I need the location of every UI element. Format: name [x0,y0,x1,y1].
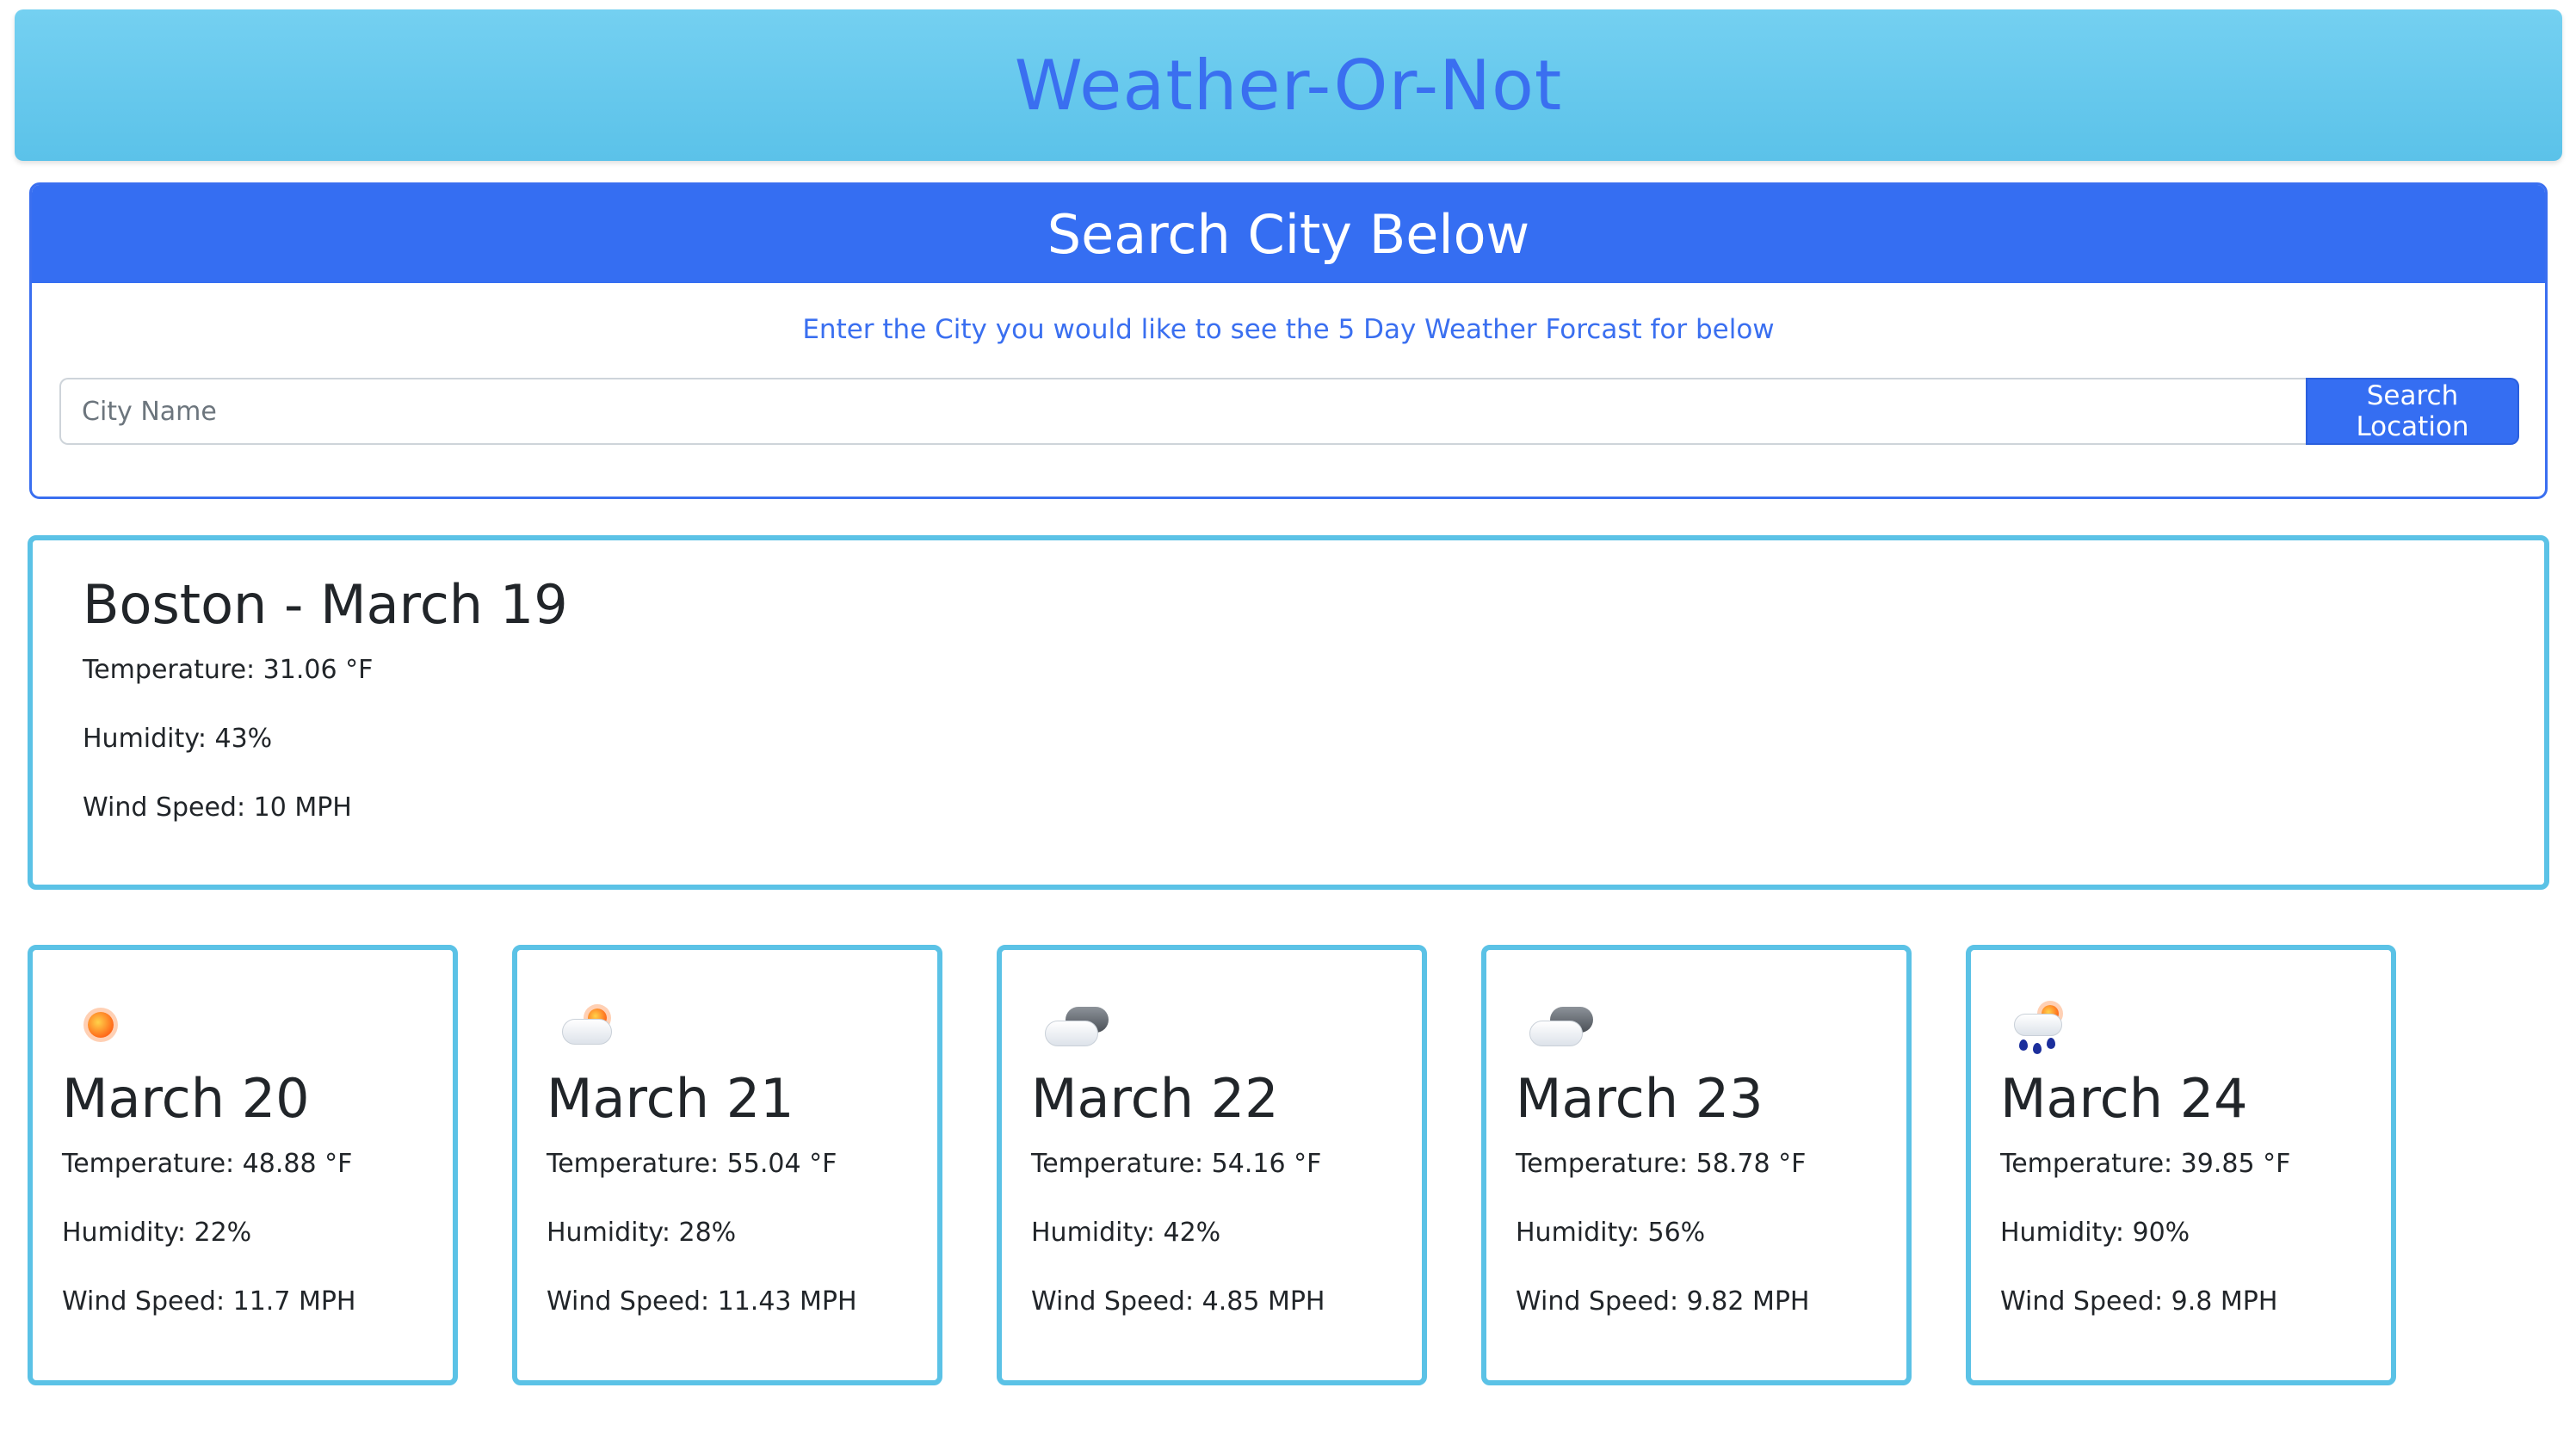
current-humidity: Humidity: 43% [83,724,273,754]
current-weather-title: Boston - March 19 [83,573,568,636]
forecast-wind-speed: Wind Speed: 9.8 MPH [2000,1286,2278,1317]
site-title: Weather-Or-Not [1014,45,1563,126]
forecast-temperature: Temperature: 58.78 °F [1516,1149,1807,1179]
current-wind-speed: Wind Speed: 10 MPH [83,793,352,823]
search-panel-title: Search City Below [1047,202,1530,266]
forecast-card: March 21 Temperature: 55.04 °F Humidity:… [512,945,942,1385]
forecast-humidity: Humidity: 22% [62,1218,252,1248]
forecast-humidity: Humidity: 90% [2000,1218,2190,1248]
forecast-date: March 21 [547,1067,794,1130]
forecast-humidity: Humidity: 56% [1516,1218,1706,1248]
sunny-icon [62,993,139,1062]
forecast-temperature: Temperature: 55.04 °F [547,1149,837,1179]
forecast-temperature: Temperature: 54.16 °F [1031,1149,1322,1179]
forecast-wind-speed: Wind Speed: 11.43 MPH [547,1286,857,1317]
search-instructions: Enter the City you would like to see the… [802,314,1775,345]
forecast-humidity: Humidity: 42% [1031,1218,1221,1248]
forecast-card: March 20 Temperature: 48.88 °F Humidity:… [28,945,458,1385]
forecast-temperature: Temperature: 48.88 °F [62,1149,353,1179]
forecast-date: March 24 [2000,1067,2248,1130]
forecast-wind-speed: Wind Speed: 11.7 MPH [62,1286,356,1317]
current-temperature: Temperature: 31.06 °F [83,655,374,685]
forecast-card: March 24 Temperature: 39.85 °F Humidity:… [1966,945,2396,1385]
forecast-temperature: Temperature: 39.85 °F [2000,1149,2291,1179]
cloudy-icon [1031,993,1109,1062]
forecast-humidity: Humidity: 28% [547,1218,737,1248]
forecast-date: March 23 [1516,1067,1764,1130]
cloudy-icon [1516,993,1593,1062]
search-panel-header: Search City Below [32,185,2545,283]
forecast-wind-speed: Wind Speed: 4.85 MPH [1031,1286,1325,1317]
forecast-card: March 23 Temperature: 58.78 °F Humidity:… [1481,945,1912,1385]
search-form: Search Location [59,378,2519,445]
search-panel: Search City Below Enter the City you wou… [29,182,2548,499]
search-location-button[interactable]: Search Location [2306,378,2519,445]
rain-icon [2000,993,2078,1062]
current-weather-card: Boston - March 19 Temperature: 31.06 °F … [28,535,2549,890]
forecast-card: March 22 Temperature: 54.16 °F Humidity:… [997,945,1427,1385]
forecast-date: March 22 [1031,1067,1279,1130]
forecast-date: March 20 [62,1067,310,1130]
site-header: Weather-Or-Not [15,9,2562,161]
five-day-forecast: March 20 Temperature: 48.88 °F Humidity:… [28,945,2549,1385]
partly-cloudy-icon [547,993,624,1062]
forecast-wind-speed: Wind Speed: 9.82 MPH [1516,1286,1810,1317]
city-name-input[interactable] [59,378,2306,445]
page: Weather-Or-Not Search City Below Enter t… [0,0,2576,1431]
